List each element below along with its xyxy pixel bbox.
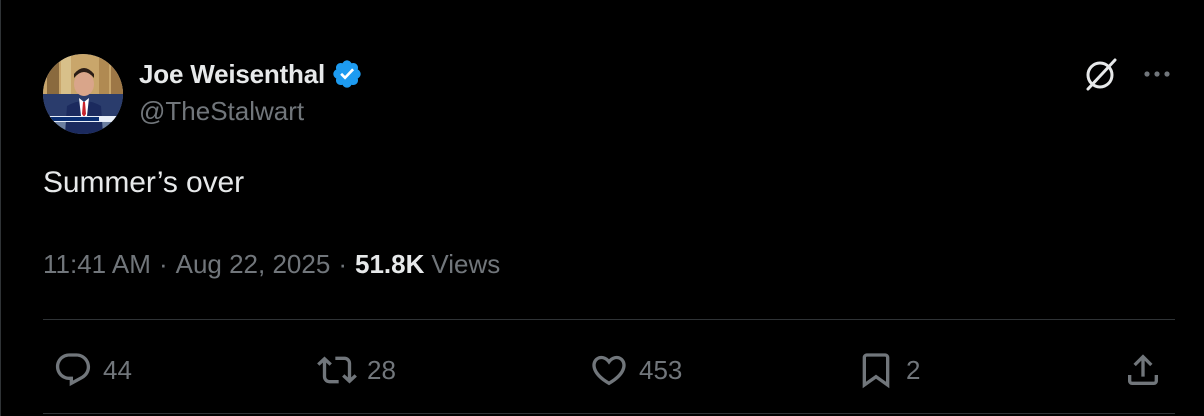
bookmark-count: 2 — [906, 354, 921, 385]
like-count: 453 — [639, 354, 683, 385]
share-button[interactable] — [1123, 350, 1163, 390]
share-icon — [1123, 350, 1163, 390]
tweet-date[interactable]: Aug 22, 2025 — [176, 249, 331, 280]
more-icon[interactable] — [1137, 56, 1177, 92]
reply-button[interactable]: 44 — [53, 350, 132, 390]
like-button[interactable]: 453 — [589, 350, 682, 390]
heart-icon — [589, 350, 629, 390]
reply-count: 44 — [103, 354, 132, 385]
author-block: Joe Weisenthal @TheStalwart — [139, 58, 363, 127]
grok-icon[interactable] — [1083, 56, 1119, 92]
views-count: 51.8K — [354, 249, 425, 279]
display-name[interactable]: Joe Weisenthal — [139, 59, 325, 90]
bookmark-icon — [856, 350, 896, 390]
repost-count: 28 — [367, 354, 396, 385]
meta-separator: · — [338, 249, 347, 279]
tweet-time[interactable]: 11:41 AM — [43, 249, 151, 280]
avatar[interactable] — [43, 54, 123, 134]
reply-icon — [53, 350, 93, 390]
repost-icon — [317, 350, 357, 390]
avatar-image — [43, 54, 123, 134]
handle[interactable]: @TheStalwart — [139, 96, 363, 127]
divider-bottom — [43, 413, 1175, 414]
tweet-text: Summer’s over — [43, 166, 244, 199]
bookmark-button[interactable]: 2 — [856, 350, 920, 390]
divider — [43, 319, 1175, 320]
meta-separator: · — [158, 249, 168, 279]
name-row: Joe Weisenthal — [139, 58, 363, 90]
tweet-detail: Joe Weisenthal @TheStalwart Summer’s ove… — [0, 0, 1204, 416]
views-label: Views — [431, 249, 501, 279]
repost-button[interactable]: 28 — [317, 350, 396, 390]
verified-badge-icon[interactable] — [331, 58, 363, 90]
tweet-meta: 11:41 AM · Aug 22, 2025 · 51.8K Views — [43, 249, 500, 280]
